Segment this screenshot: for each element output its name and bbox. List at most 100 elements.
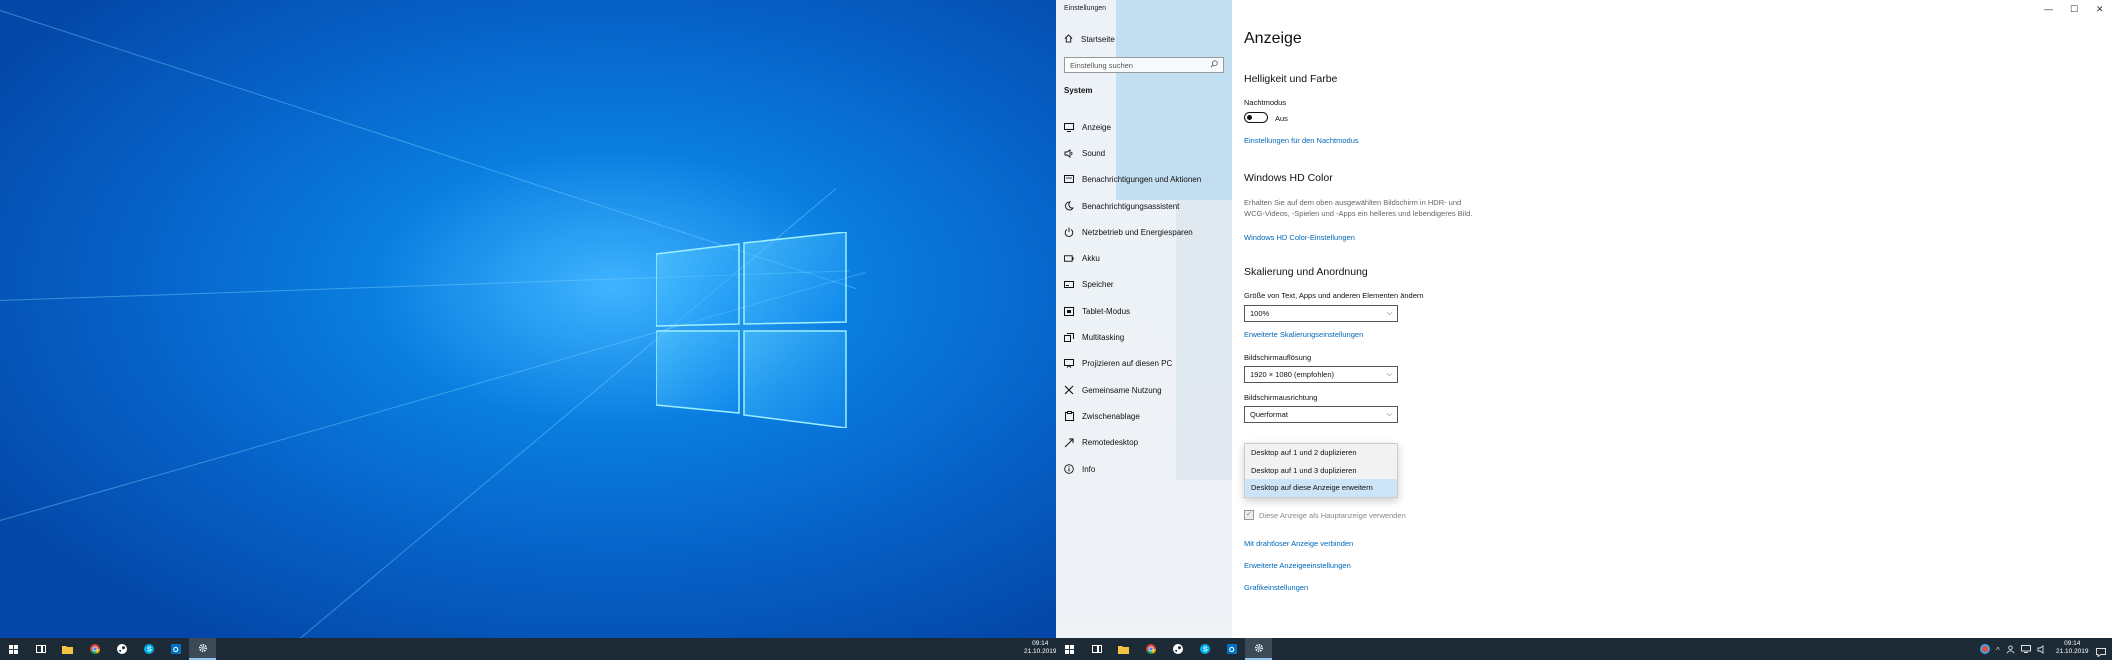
wireless-display-link[interactable]: Mit drahtloser Anzeige verbinden — [1244, 539, 1353, 548]
monitor-icon — [1064, 122, 1074, 132]
chevron-down-icon: ⌵ — [1386, 410, 1392, 418]
people-icon[interactable] — [2006, 644, 2015, 656]
sidebar-item-label: Sound — [1082, 148, 1106, 158]
resolution-dropdown[interactable]: 1920 × 1080 (empfohlen) ⌵ — [1244, 366, 1398, 383]
orientation-label: Bildschirmausrichtung — [1244, 393, 1318, 402]
settings-icon[interactable] — [189, 638, 216, 660]
sidebar-item-label: Akku — [1082, 254, 1100, 264]
svg-text:S: S — [147, 647, 152, 654]
orientation-dropdown[interactable]: Querformat ⌵ — [1244, 406, 1398, 423]
multitasking-icon — [1064, 333, 1074, 343]
settings-sidebar: Einstellungen Startseite Einstellung suc… — [1056, 0, 1232, 638]
skype-icon[interactable]: S — [1191, 638, 1218, 660]
network-icon[interactable] — [2020, 645, 2031, 655]
sidebar-item-label: Benachrichtigungsassistent — [1082, 201, 1180, 211]
sidebar-item-label: Speicher — [1082, 280, 1114, 290]
svg-text:S: S — [1203, 647, 1208, 654]
scale-value: 100% — [1250, 309, 1270, 318]
share-icon — [1064, 385, 1074, 395]
sidebar-item-sound[interactable]: Sound — [1064, 140, 1229, 166]
hdr-settings-link[interactable]: Windows HD Color-Einstellungen — [1244, 233, 1355, 242]
advanced-scaling-link[interactable]: Erweiterte Skalierungseinstellungen — [1244, 330, 1363, 339]
sidebar-item-label: Info — [1082, 464, 1096, 474]
tablet-icon — [1064, 306, 1074, 316]
toggle-knob — [1247, 114, 1252, 120]
main-display-checkbox-row[interactable]: ✓ Diese Anzeige als Hauptanzeige verwend… — [1244, 510, 1406, 520]
dropdown-option[interactable]: Desktop auf 1 und 3 duplizieren — [1245, 462, 1397, 480]
windows-logo — [656, 232, 847, 428]
sidebar-item-benachrichtigungen[interactable]: Benachrichtigungen und Aktionen — [1064, 167, 1229, 193]
section-heading-brightness: Helligkeit und Farbe — [1244, 73, 1338, 85]
sidebar-item-label: Zwischenablage — [1082, 411, 1140, 421]
chrome-icon[interactable] — [1137, 638, 1164, 660]
file-explorer-icon[interactable] — [54, 638, 81, 660]
night-mode-toggle[interactable] — [1244, 112, 1268, 123]
task-view-icon[interactable] — [27, 638, 54, 660]
dropdown-option-selected[interactable]: Desktop auf diese Anzeige erweitern — [1245, 479, 1397, 497]
sidebar-item-benachrichtigungsassistent[interactable]: Benachrichtigungsassistent — [1064, 193, 1229, 219]
action-center-icon[interactable] — [2096, 644, 2106, 660]
notification-icon — [1064, 175, 1074, 185]
search-placeholder: Einstellung suchen — [1070, 60, 1133, 70]
chevron-up-icon[interactable]: ^ — [1996, 646, 2000, 655]
graphics-settings-link[interactable]: Grafikeinstellungen — [1244, 583, 1308, 592]
sidebar-item-remotedesktop[interactable]: Remotedesktop — [1064, 430, 1229, 456]
sidebar-item-label: Netzbetrieb und Energiesparen — [1082, 227, 1193, 237]
volume-icon[interactable] — [2037, 644, 2047, 656]
multi-display-dropdown-list: Desktop auf 1 und 2 duplizieren Desktop … — [1244, 443, 1398, 498]
taskbar-clock[interactable]: 09:14 21.10.2019 — [2056, 640, 2089, 656]
section-heading-scaling: Skalierung und Anordnung — [1244, 266, 1368, 278]
section-heading-hdr: Windows HD Color — [1244, 172, 1333, 184]
help-icon[interactable] — [1980, 644, 1990, 656]
night-mode-settings-link[interactable]: Einstellungen für den Nachtmodus — [1244, 136, 1359, 145]
sidebar-item-anzeige[interactable]: Anzeige — [1064, 114, 1229, 140]
sidebar-item-gemeinsame-nutzung[interactable]: Gemeinsame Nutzung — [1064, 377, 1229, 403]
file-explorer-icon[interactable] — [1110, 638, 1137, 660]
windows-start-icon[interactable] — [1056, 638, 1083, 660]
outlook-icon[interactable]: O — [1218, 638, 1245, 660]
orientation-value: Querformat — [1250, 410, 1288, 419]
main-display-checkbox[interactable]: ✓ — [1244, 510, 1254, 520]
sidebar-item-info[interactable]: Info — [1064, 456, 1229, 482]
page-title: Anzeige — [1244, 30, 1302, 47]
search-icon[interactable] — [1210, 60, 1218, 70]
outlook-icon[interactable]: O — [162, 638, 189, 660]
settings-icon[interactable] — [1245, 638, 1272, 660]
project-icon — [1064, 359, 1074, 369]
skype-icon[interactable]: S — [135, 638, 162, 660]
clock-date: 21.10.2019 — [2056, 648, 2089, 655]
app-title: Einstellungen — [1064, 5, 1107, 12]
dropdown-option[interactable]: Desktop auf 1 und 2 duplizieren — [1245, 444, 1397, 462]
sidebar-item-label: Benachrichtigungen und Aktionen — [1082, 175, 1202, 185]
battery-icon — [1064, 254, 1074, 264]
sidebar-item-zwischenablage[interactable]: Zwischenablage — [1064, 403, 1229, 429]
section-label: System — [1064, 86, 1093, 95]
sidebar-item-tablet-modus[interactable]: Tablet-Modus — [1064, 298, 1229, 324]
sidebar-item-netzbetrieb[interactable]: Netzbetrieb und Energiesparen — [1064, 219, 1229, 245]
remote-icon — [1064, 438, 1074, 448]
windows-start-icon[interactable] — [0, 638, 27, 660]
sidebar-item-akku[interactable]: Akku — [1064, 245, 1229, 271]
clipboard-icon — [1064, 411, 1074, 422]
storage-icon — [1064, 280, 1074, 290]
steam-icon[interactable] — [108, 638, 135, 660]
resolution-label: Bildschirmauflösung — [1244, 353, 1312, 362]
svg-text:O: O — [173, 647, 179, 654]
night-mode-state: Aus — [1275, 114, 1288, 123]
search-input[interactable]: Einstellung suchen — [1064, 57, 1224, 73]
home-icon — [1064, 34, 1073, 45]
sidebar-item-multitasking[interactable]: Multitasking — [1064, 324, 1229, 350]
night-mode-label: Nachtmodus — [1244, 98, 1287, 107]
sidebar-item-projizieren[interactable]: Projizieren auf diesen PC — [1064, 351, 1229, 377]
chevron-down-icon: ⌵ — [1386, 370, 1392, 378]
settings-content: Anzeige Helligkeit und Farbe Nachtmodus … — [1244, 0, 2112, 638]
advanced-display-link[interactable]: Erweiterte Anzeigeeinstellungen — [1244, 561, 1351, 570]
steam-icon[interactable] — [1164, 638, 1191, 660]
nav-home[interactable]: Startseite — [1064, 34, 1115, 45]
taskbar-clock[interactable]: 09:14 21.10.2019 — [1024, 640, 1057, 656]
task-view-icon[interactable] — [1083, 638, 1110, 660]
sidebar-item-label: Gemeinsame Nutzung — [1082, 385, 1162, 395]
sidebar-item-speicher[interactable]: Speicher — [1064, 272, 1229, 298]
chrome-icon[interactable] — [81, 638, 108, 660]
scale-dropdown[interactable]: 100% ⌵ — [1244, 305, 1398, 322]
